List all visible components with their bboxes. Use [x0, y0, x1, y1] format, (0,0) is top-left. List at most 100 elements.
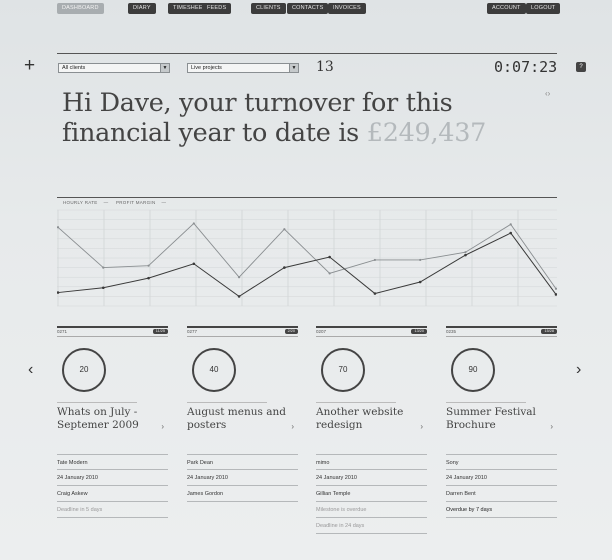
data-point [237, 276, 241, 279]
project-client[interactable]: Tate Modern [57, 454, 168, 470]
top-nav: DASHBOARD DIARY TIMESHEETS FEEDS CLIENTS… [0, 0, 612, 18]
data-point [147, 264, 150, 267]
data-point [373, 258, 377, 262]
data-point [509, 231, 513, 235]
card-meta: 0235 15/28 [446, 328, 557, 337]
data-point [237, 295, 241, 298]
data-point [101, 286, 105, 290]
project-card[interactable]: 0271 11/25 20 Whats on July -Septemer 20… [57, 326, 168, 518]
data-point [464, 253, 467, 257]
progress-circle: 70 [321, 348, 365, 392]
data-point [418, 280, 422, 284]
nav-contacts[interactable]: CONTACTS [287, 3, 329, 14]
data-point [464, 251, 467, 254]
project-date: 24 January 2010 [316, 470, 427, 486]
data-point [57, 291, 60, 294]
nav-invoices[interactable]: INVOICES [328, 3, 366, 14]
project-client[interactable]: Sony [446, 454, 557, 470]
data-point [192, 262, 196, 266]
hours-badge: 15/28 [541, 329, 557, 334]
project-card[interactable]: 0277 2/20 40 August menus and posters › … [187, 326, 298, 502]
project-title[interactable]: Whats on July -Septemer 2009 [57, 406, 165, 432]
timer-display[interactable]: 0:07:23 [494, 58, 557, 76]
data-point [192, 222, 195, 225]
project-deadline: Deadline in 24 days [316, 518, 427, 534]
data-point [283, 266, 286, 269]
card-meta: 0207 13/20 [316, 328, 427, 337]
data-point [102, 266, 105, 269]
chevron-right-icon[interactable]: › [420, 422, 423, 431]
turnover-amount: £249,437 [366, 118, 487, 148]
project-title[interactable]: Another website redesign [316, 406, 424, 432]
data-point [283, 228, 286, 231]
project-details: Tate Modern 24 January 2010 Craig Askew … [57, 454, 168, 518]
project-date: 24 January 2010 [187, 470, 298, 486]
project-code: 0271 [57, 329, 68, 334]
help-icon[interactable]: ? [576, 62, 586, 72]
data-point [554, 287, 557, 290]
project-card[interactable]: 0207 13/20 70 Another website redesign ›… [316, 326, 427, 534]
project-contact[interactable]: Darren Bent [446, 486, 557, 502]
expand-icon[interactable]: ‹› [545, 89, 550, 98]
card-divider [187, 402, 267, 403]
dropdown-arrow-icon: ▼ [160, 64, 169, 72]
project-code: 0277 [187, 329, 198, 334]
project-title[interactable]: August menus and posters [187, 406, 295, 432]
data-point [328, 272, 331, 275]
hours-badge: 11/25 [152, 329, 168, 334]
hours-badge: 13/20 [411, 329, 427, 334]
project-status: Milestone is overdue [316, 502, 427, 518]
card-meta: 0277 2/20 [187, 328, 298, 337]
add-icon[interactable]: + [24, 56, 35, 76]
project-client[interactable]: mimo [316, 454, 427, 470]
progress-circle: 20 [62, 348, 106, 392]
progress-circle: 90 [451, 348, 495, 392]
project-count: 13 [316, 59, 334, 75]
project-status: Deadline in 5 days [57, 502, 168, 518]
clients-filter-value: All clients [62, 65, 86, 71]
header-divider [57, 53, 557, 54]
series-line-hourly-rate [57, 222, 557, 289]
data-point [147, 276, 150, 280]
chevron-right-icon[interactable]: › [291, 422, 294, 431]
data-point [373, 292, 377, 295]
chevron-right-icon[interactable]: › [161, 422, 164, 431]
project-card[interactable]: 0235 15/28 90 Summer Festival Brochure ›… [446, 326, 557, 518]
nav-account[interactable]: ACCOUNT [487, 3, 526, 14]
prev-arrow-icon[interactable]: ‹ [28, 361, 33, 379]
chevron-right-icon[interactable]: › [550, 422, 553, 431]
nav-diary[interactable]: DIARY [128, 3, 156, 14]
project-code: 0235 [446, 329, 457, 334]
data-point [328, 255, 331, 259]
projects-filter-select[interactable]: Live projects ▼ [187, 63, 299, 73]
hours-badge: 2/20 [284, 329, 298, 334]
card-meta: 0271 11/25 [57, 328, 168, 337]
data-point [509, 223, 512, 226]
project-contact[interactable]: Gillian Temple [316, 486, 427, 502]
turnover-headline: Hi Dave, your turnover for this financia… [62, 88, 557, 148]
clients-filter-select[interactable]: All clients ▼ [58, 63, 170, 73]
project-contact[interactable]: James Gordon [187, 486, 298, 502]
dropdown-arrow-icon: ▼ [289, 64, 298, 72]
project-details: mimo 24 January 2010 Gillian Temple Mile… [316, 454, 427, 534]
nav-feeds[interactable]: FEEDS [202, 3, 232, 14]
card-divider [57, 402, 137, 403]
data-point [419, 258, 422, 262]
projects-filter-value: Live projects [191, 65, 222, 71]
project-details: Sony 24 January 2010 Darren Bent Overdue… [446, 454, 557, 518]
card-divider [446, 402, 526, 403]
project-status: Overdue by 7 days [446, 502, 557, 518]
next-arrow-icon[interactable]: › [576, 361, 581, 379]
nav-clients[interactable]: CLIENTS [251, 3, 286, 14]
data-point [57, 226, 60, 229]
card-divider [316, 402, 396, 403]
progress-circle: 40 [192, 348, 236, 392]
nav-logout[interactable]: LOGOUT [526, 3, 561, 14]
project-contact[interactable]: Craig Askew [57, 486, 168, 502]
turnover-chart [57, 209, 557, 307]
project-title[interactable]: Summer Festival Brochure [446, 406, 554, 432]
project-client[interactable]: Park Dean [187, 454, 298, 470]
nav-dashboard[interactable]: DASHBOARD [57, 3, 104, 14]
project-date: 24 January 2010 [57, 470, 168, 486]
project-details: Park Dean 24 January 2010 James Gordon [187, 454, 298, 502]
